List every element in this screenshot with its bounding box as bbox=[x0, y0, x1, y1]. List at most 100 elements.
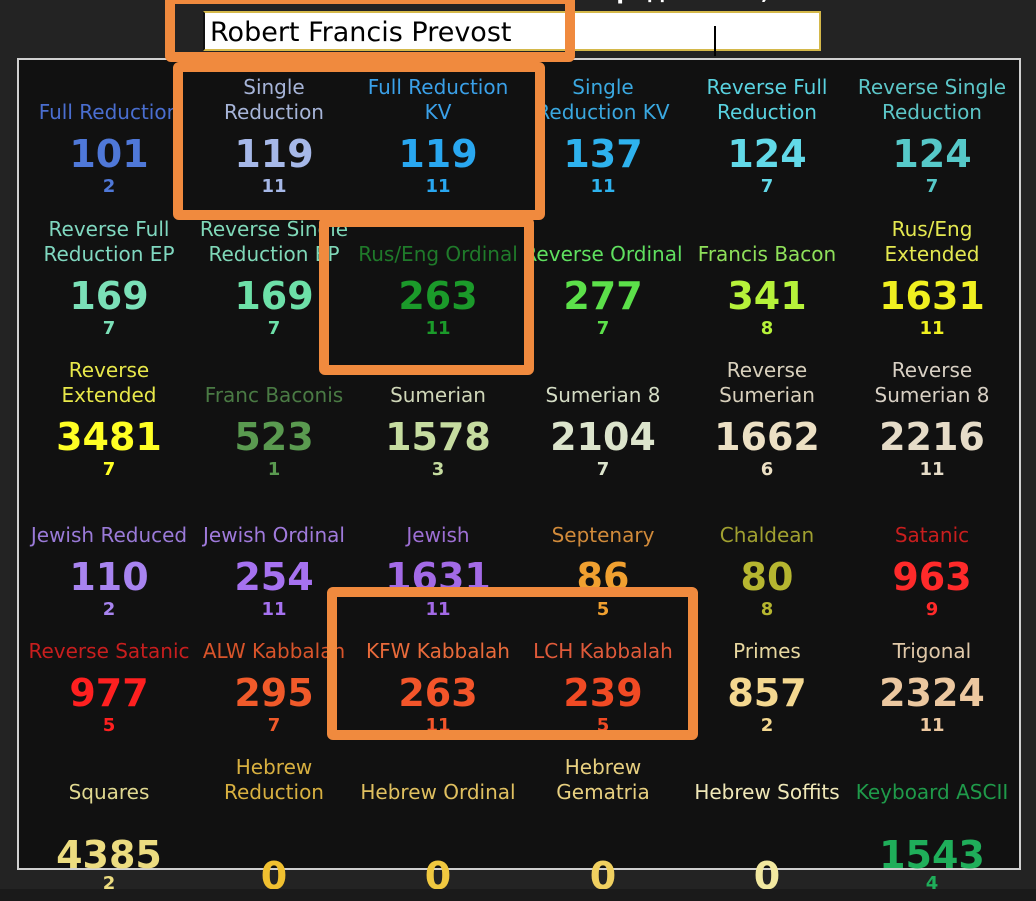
cipher-value: 3481 bbox=[56, 415, 162, 459]
cipher-name: Hebrew Soffits bbox=[694, 780, 840, 804]
cipher-reduction: 7 bbox=[102, 318, 116, 339]
cipher-name: Jewish Ordinal bbox=[203, 523, 345, 547]
cipher-value: 169 bbox=[234, 274, 314, 318]
cipher-name: Reduction EP bbox=[208, 242, 340, 266]
cipher-name: Hebrew Ordinal bbox=[360, 780, 516, 804]
search-input-value: Robert Francis Prevost bbox=[210, 17, 512, 48]
cipher-name: Reverse Full bbox=[48, 217, 170, 241]
cipher-name: Reduction bbox=[717, 100, 817, 124]
cipher-reduction: 11 bbox=[590, 176, 616, 197]
cipher-reduction: 11 bbox=[425, 176, 451, 197]
cipher-reduction: 2 bbox=[760, 715, 774, 736]
cipher-value: 124 bbox=[892, 132, 972, 176]
cipher-name: Hebrew bbox=[564, 755, 642, 779]
cipher-name: Sumerian 8 bbox=[545, 383, 661, 407]
cipher-name: KV bbox=[424, 100, 452, 124]
cipher-name: Reverse Single bbox=[857, 75, 1007, 99]
cipher-name: Sumerian bbox=[390, 383, 486, 407]
cipher-reduction: 7 bbox=[596, 318, 610, 339]
cipher-name: KFW Kabbalah bbox=[366, 639, 510, 663]
cipher-value: 119 bbox=[234, 132, 314, 176]
cipher-name: LCH Kabbalah bbox=[533, 639, 673, 663]
cipher-reduction: 11 bbox=[261, 176, 287, 197]
cipher-reduction: 7 bbox=[760, 176, 774, 197]
cipher-reduction: 1 bbox=[267, 459, 281, 480]
cipher-value: 101 bbox=[69, 132, 149, 176]
cipher-name: Rus/Eng Ordinal bbox=[358, 242, 518, 266]
cipher-reduction: 7 bbox=[267, 715, 281, 736]
cipher-name: Keyboard ASCII bbox=[855, 780, 1009, 804]
cipher-name: Reduction EP bbox=[43, 242, 175, 266]
cipher-value: 4385 bbox=[56, 833, 162, 877]
cipher-reduction: 11 bbox=[425, 318, 451, 339]
cipher-value: 254 bbox=[234, 555, 314, 599]
cipher-name: Satanic bbox=[894, 523, 970, 547]
cipher-name: Full Reduction bbox=[38, 100, 180, 124]
cipher-name: Reverse Full bbox=[706, 75, 828, 99]
cipher-name: Squares bbox=[68, 780, 150, 804]
cipher-name: Jewish Reduced bbox=[30, 523, 188, 547]
cipher-name: Reverse Single bbox=[199, 217, 349, 241]
cipher-value: 2324 bbox=[879, 671, 985, 715]
cipher-name: Sumerian 8 bbox=[874, 383, 990, 407]
cipher-value: 80 bbox=[740, 555, 794, 599]
header-label: Представьте, bbox=[598, 0, 828, 8]
cipher-value: 169 bbox=[69, 274, 149, 318]
cipher-value: 263 bbox=[398, 671, 478, 715]
cipher-name: Extended bbox=[61, 383, 157, 407]
cipher-name: Reverse Ordinal bbox=[523, 242, 683, 266]
text-caret bbox=[714, 26, 716, 56]
cipher-name: Single bbox=[243, 75, 305, 99]
cipher-name: Full Reduction bbox=[367, 75, 509, 99]
cipher-name: Septenary bbox=[551, 523, 655, 547]
cipher-value: 263 bbox=[398, 274, 478, 318]
cipher-value: 239 bbox=[563, 671, 643, 715]
cipher-name: Reduction bbox=[224, 100, 324, 124]
cipher-value: 277 bbox=[563, 274, 643, 318]
cipher-value: 2104 bbox=[550, 415, 656, 459]
cipher-name: Reverse bbox=[891, 358, 973, 382]
cipher-value: 119 bbox=[398, 132, 478, 176]
cipher-name: Chaldean bbox=[719, 523, 815, 547]
search-input[interactable]: Robert Francis Prevost bbox=[203, 11, 821, 56]
cipher-reduction: 9 bbox=[925, 599, 939, 620]
cipher-reduction: 2 bbox=[102, 176, 116, 197]
cipher-value: 1543 bbox=[879, 833, 985, 877]
cipher-value: 857 bbox=[727, 671, 807, 715]
cipher-reduction: 11 bbox=[425, 599, 451, 620]
cipher-name: Franc Baconis bbox=[204, 383, 344, 407]
cipher-name: Gematria bbox=[556, 780, 650, 804]
cipher-value: 1631 bbox=[385, 555, 491, 599]
cipher-name: Rus/Eng bbox=[891, 217, 973, 241]
cipher-name: Single bbox=[572, 75, 634, 99]
cipher-value: 1662 bbox=[714, 415, 820, 459]
cipher-reduction: 7 bbox=[102, 459, 116, 480]
cipher-reduction: 11 bbox=[919, 459, 945, 480]
cipher-value: 1578 bbox=[385, 415, 491, 459]
cipher-value: 523 bbox=[234, 415, 314, 459]
cipher-reduction: 5 bbox=[596, 599, 610, 620]
bottom-bar bbox=[0, 889, 1036, 901]
cipher-reduction: 11 bbox=[261, 599, 287, 620]
cipher-reduction: 11 bbox=[919, 715, 945, 736]
cipher-reduction: 7 bbox=[925, 176, 939, 197]
cipher-name: Primes bbox=[733, 639, 801, 663]
cipher-reduction: 8 bbox=[760, 599, 774, 620]
cipher-name: Extended bbox=[884, 242, 980, 266]
cipher-value: 963 bbox=[892, 555, 972, 599]
cipher-value: 86 bbox=[576, 555, 630, 599]
cipher-reduction: 11 bbox=[919, 318, 945, 339]
cipher-name: Hebrew bbox=[235, 755, 313, 779]
cipher-name: Reverse bbox=[68, 358, 150, 382]
cipher-reduction: 8 bbox=[760, 318, 774, 339]
cipher-name: Reduction bbox=[224, 780, 324, 804]
cipher-value: 295 bbox=[234, 671, 314, 715]
cipher-reduction: 11 bbox=[425, 715, 451, 736]
cipher-value: 124 bbox=[727, 132, 807, 176]
cipher-value: 137 bbox=[563, 132, 643, 176]
cipher-name: Reverse Satanic bbox=[28, 639, 190, 663]
cipher-value: 341 bbox=[727, 274, 807, 318]
results-panel: Full Reduction 101 2 Single Reduction 119 11 Fu… bbox=[17, 58, 1021, 898]
cipher-name: Reduction KV bbox=[536, 100, 670, 124]
cipher-value: 1631 bbox=[879, 274, 985, 318]
